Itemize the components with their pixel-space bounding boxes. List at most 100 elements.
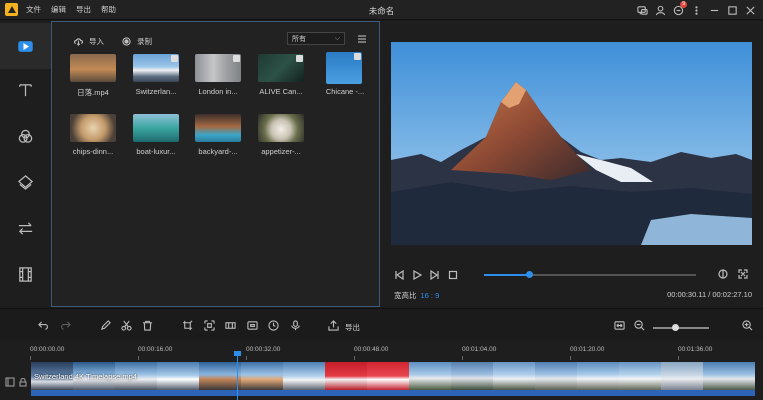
fit-timeline-icon[interactable] — [614, 320, 625, 331]
fullscreen-icon[interactable] — [738, 269, 748, 279]
media-thumb-chips[interactable] — [70, 114, 116, 142]
resize-icon[interactable] — [204, 320, 215, 331]
ruler-label: 00:01:04.00 — [462, 346, 497, 353]
close-icon[interactable] — [743, 3, 757, 17]
scissors-icon[interactable] — [121, 320, 132, 331]
playhead[interactable] — [237, 353, 238, 400]
menu-help[interactable]: 帮助 — [101, 4, 116, 15]
track-settings-icon[interactable] — [4, 377, 15, 387]
ruler-label: 00:00:00.00 — [30, 346, 65, 353]
video-clip[interactable]: Switzerland 4K Timelapse.mp4 — [31, 362, 755, 396]
tab-media[interactable] — [0, 23, 51, 69]
minimize-icon[interactable] — [707, 3, 721, 17]
zoom-out-icon[interactable] — [634, 320, 645, 331]
zoom-knob[interactable] — [672, 324, 680, 331]
lock-icon[interactable] — [18, 377, 28, 387]
media-item-label: chips-dinn... — [72, 147, 114, 156]
ruler-label: 00:01:20.00 — [570, 346, 605, 353]
tab-filters[interactable] — [0, 113, 51, 159]
media-item-label: appetizer-... — [261, 147, 301, 156]
text-icon — [19, 83, 32, 96]
playback-progress-bar[interactable] — [484, 271, 696, 278]
next-frame-icon[interactable] — [430, 270, 440, 280]
filter-value: 所有 — [292, 35, 306, 43]
crop-icon[interactable] — [182, 320, 193, 331]
clock-icon[interactable] — [268, 320, 279, 331]
more-icon[interactable] — [689, 3, 703, 17]
record-label: 录制 — [137, 37, 152, 46]
notification-badge: 9 — [680, 1, 687, 8]
filters-icon — [18, 129, 33, 143]
tab-overlays[interactable] — [0, 159, 51, 205]
clip-label: Switzerland 4K Timelapse.mp4 — [34, 372, 137, 381]
left-tab-rail — [0, 21, 51, 307]
feedback-icon[interactable] — [635, 3, 649, 17]
notification-icon[interactable]: 9 — [671, 1, 687, 17]
media-thumb-london[interactable] — [195, 54, 241, 82]
aspect-ratio[interactable]: 宽高比 16 : 9 — [394, 290, 439, 301]
menu-file[interactable]: 文件 — [26, 4, 41, 15]
previous-frame-icon[interactable] — [394, 270, 404, 280]
aspect-ratio-value: 16 : 9 — [420, 291, 440, 300]
maximize-icon[interactable] — [725, 3, 739, 17]
track-controls — [2, 369, 30, 395]
ruler-label: 00:00:48.00 — [354, 346, 389, 353]
timeline-ruler[interactable]: 00:00:00.00 00:00:16.00 00:00:32.00 00:0… — [30, 346, 755, 360]
media-thumb-sunset[interactable] — [70, 54, 116, 82]
record-icon — [122, 37, 131, 46]
transitions-icon — [18, 221, 33, 235]
menu-bar: 文件 编辑 导出 帮助 — [26, 4, 126, 15]
pen-icon[interactable] — [100, 320, 111, 331]
delete-icon[interactable] — [142, 320, 153, 331]
media-item-label: 日落.mp4 — [77, 88, 109, 97]
tab-text[interactable] — [0, 67, 51, 113]
clip-audio-bar — [31, 390, 755, 396]
volume-icon[interactable] — [718, 269, 728, 279]
media-item-label: Switzerlan... — [135, 87, 177, 96]
media-filter-select[interactable]: 所有 ⌵ — [287, 32, 345, 45]
timeline: 00:00:00.00 00:00:16.00 00:00:32.00 00:0… — [0, 340, 763, 400]
freeze-frame-icon[interactable] — [247, 320, 258, 331]
timeline-zoom-slider[interactable] — [653, 324, 709, 331]
list-view-icon[interactable] — [357, 34, 367, 44]
media-thumb-boat[interactable] — [133, 114, 179, 142]
edit-toolbar: 导出 — [0, 308, 763, 340]
film-icon — [19, 266, 32, 282]
export-icon[interactable] — [328, 320, 339, 331]
media-thumb-chicane[interactable] — [326, 52, 362, 84]
media-thumb-switzerland[interactable] — [133, 54, 179, 82]
media-item-label: Chicane -... — [325, 87, 365, 96]
media-thumb-backyard[interactable] — [195, 114, 241, 142]
export-button[interactable]: 导出 — [345, 322, 360, 333]
tab-transitions[interactable] — [0, 205, 51, 251]
ruler-label: 00:01:36.00 — [678, 346, 713, 353]
playback-knob[interactable] — [525, 271, 533, 278]
preview-panel: 宽高比 16 : 9 00:00:30.11 / 00:02:27.10 — [380, 21, 763, 307]
play-icon[interactable] — [412, 270, 422, 280]
playback-controls — [394, 269, 752, 281]
media-thumb-appetizer[interactable] — [258, 114, 304, 142]
media-thumb-alive[interactable] — [258, 54, 304, 82]
playback-time: 00:00:30.11 / 00:02:27.10 — [667, 290, 752, 299]
stop-icon[interactable] — [448, 270, 458, 280]
film-edit-icon[interactable] — [225, 320, 236, 331]
ruler-label: 00:00:32.00 — [246, 346, 281, 353]
media-item-label: ALIVE Can... — [259, 87, 303, 96]
import-icon — [74, 38, 83, 46]
undo-icon[interactable] — [38, 320, 49, 331]
menu-export[interactable]: 导出 — [76, 4, 91, 15]
import-button[interactable]: 导入 — [74, 36, 104, 47]
tab-elements[interactable] — [0, 251, 51, 297]
media-item-label: backyard-... — [198, 147, 238, 156]
media-item-label: boat-luxur... — [136, 147, 176, 156]
user-icon[interactable] — [653, 3, 667, 17]
menu-edit[interactable]: 编辑 — [51, 4, 66, 15]
overlays-icon — [17, 174, 34, 190]
media-icon — [18, 40, 33, 52]
record-button[interactable]: 录制 — [122, 36, 152, 47]
redo-icon[interactable] — [60, 320, 71, 331]
microphone-icon[interactable] — [290, 320, 301, 331]
preview-video[interactable] — [391, 42, 752, 245]
ruler-label: 00:00:16.00 — [138, 346, 173, 353]
zoom-in-icon[interactable] — [742, 320, 753, 331]
